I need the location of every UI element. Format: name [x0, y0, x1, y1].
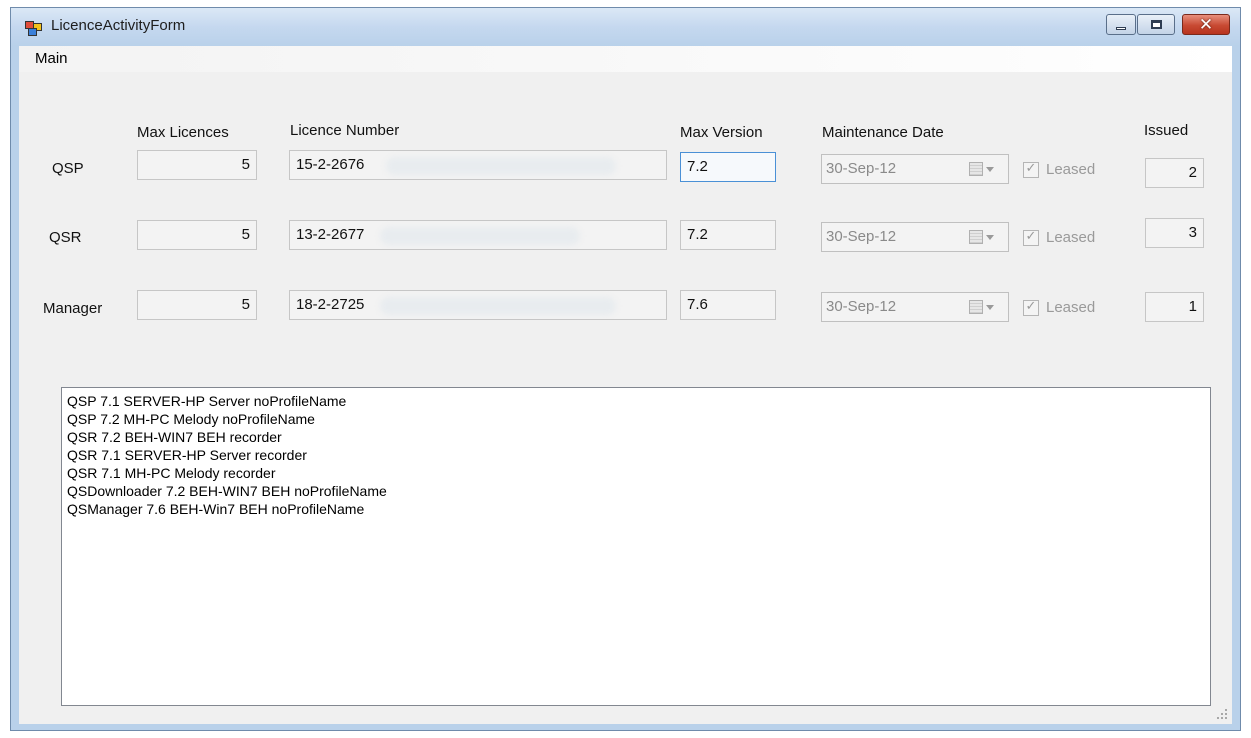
list-item[interactable]: QSR 7.2 BEH-WIN7 BEH recorder	[67, 428, 1205, 446]
licence-number-text: 13-2-2677	[296, 226, 365, 243]
redacted-blur	[386, 157, 616, 175]
product-label: QSR	[49, 229, 82, 246]
leased-label: Leased	[1046, 229, 1096, 246]
maximize-button[interactable]	[1137, 14, 1175, 35]
leased-label: Leased	[1046, 161, 1096, 178]
issued-field[interactable]: 3	[1145, 218, 1204, 248]
check-icon: ✓	[1025, 161, 1037, 176]
header-licence-number: Licence Number	[290, 122, 400, 139]
max-version-field[interactable]: 7.2	[680, 220, 776, 250]
licence-number-field[interactable]: 13-2-2677	[289, 220, 667, 250]
max-licences-field[interactable]: 5	[137, 290, 257, 320]
app-icon	[25, 21, 43, 36]
list-item[interactable]: QSR 7.1 MH-PC Melody recorder	[67, 464, 1205, 482]
max-version-field[interactable]: 7.6	[680, 290, 776, 320]
leased-checkbox[interactable]: ✓	[1023, 229, 1039, 246]
window-controls: ✕	[1090, 14, 1230, 36]
resize-grip-icon[interactable]	[1216, 708, 1228, 720]
calendar-icon	[969, 230, 983, 244]
product-label: QSP	[52, 160, 84, 177]
product-label: Manager	[43, 300, 103, 317]
form-client-area: Main Max Licences Licence Number Max Ver…	[19, 46, 1232, 724]
calendar-icon	[969, 300, 983, 314]
max-licences-field[interactable]: 5	[137, 220, 257, 250]
issued-field[interactable]: 1	[1145, 292, 1204, 322]
licence-number-text: 18-2-2725	[296, 296, 365, 313]
licence-activity-window: LicenceActivityForm ✕ Main Max Licences …	[10, 7, 1241, 731]
list-item[interactable]: QSManager 7.6 BEH-Win7 BEH noProfileName	[67, 500, 1205, 518]
list-item[interactable]: QSDownloader 7.2 BEH-WIN7 BEH noProfileN…	[67, 482, 1205, 500]
chevron-down-icon	[986, 305, 994, 310]
header-max-licences: Max Licences	[137, 124, 229, 141]
list-item[interactable]: QSP 7.2 MH-PC Melody noProfileName	[67, 410, 1205, 428]
header-maintenance-date: Maintenance Date	[822, 124, 944, 141]
chevron-down-icon	[986, 235, 994, 240]
list-item[interactable]: QSR 7.1 SERVER-HP Server recorder	[67, 446, 1205, 464]
close-icon: ✕	[1198, 15, 1214, 35]
redacted-blur	[380, 227, 580, 245]
redacted-blur	[380, 297, 616, 315]
header-issued: Issued	[1144, 122, 1189, 139]
minimize-button[interactable]	[1106, 14, 1136, 35]
calendar-dropdown-button[interactable]	[965, 299, 1003, 316]
window-title: LicenceActivityForm	[51, 17, 186, 34]
list-item[interactable]: QSP 7.1 SERVER-HP Server noProfileName	[67, 392, 1205, 410]
maintenance-date-value: 30-Sep-12	[826, 228, 897, 245]
calendar-dropdown-button[interactable]	[965, 161, 1003, 178]
issued-field[interactable]: 2	[1145, 158, 1204, 188]
maximize-icon	[1151, 20, 1162, 29]
maintenance-date-value: 30-Sep-12	[826, 160, 897, 177]
licence-number-field[interactable]: 18-2-2725	[289, 290, 667, 320]
chevron-down-icon	[986, 167, 994, 172]
leased-checkbox[interactable]: ✓	[1023, 161, 1039, 178]
check-icon: ✓	[1025, 299, 1037, 314]
check-icon: ✓	[1025, 229, 1037, 244]
activity-listbox[interactable]: QSP 7.1 SERVER-HP Server noProfileName Q…	[61, 387, 1211, 706]
maintenance-date-picker[interactable]: 30-Sep-12	[821, 154, 1009, 184]
menu-bar: Main	[19, 46, 1232, 72]
leased-checkbox[interactable]: ✓	[1023, 299, 1039, 316]
menu-main[interactable]: Main	[35, 50, 68, 67]
maintenance-date-picker[interactable]: 30-Sep-12	[821, 292, 1009, 322]
calendar-icon	[969, 162, 983, 176]
maintenance-date-picker[interactable]: 30-Sep-12	[821, 222, 1009, 252]
maintenance-date-value: 30-Sep-12	[826, 298, 897, 315]
minimize-icon	[1116, 27, 1126, 30]
licence-number-field[interactable]: 15-2-2676	[289, 150, 667, 180]
max-licences-field[interactable]: 5	[137, 150, 257, 180]
max-version-field[interactable]: 7.2	[680, 152, 776, 182]
title-bar[interactable]: LicenceActivityForm ✕	[11, 8, 1240, 46]
close-button[interactable]: ✕	[1182, 14, 1230, 35]
licence-number-text: 15-2-2676	[296, 156, 365, 173]
calendar-dropdown-button[interactable]	[965, 229, 1003, 246]
leased-label: Leased	[1046, 299, 1096, 316]
header-max-version: Max Version	[680, 124, 763, 141]
